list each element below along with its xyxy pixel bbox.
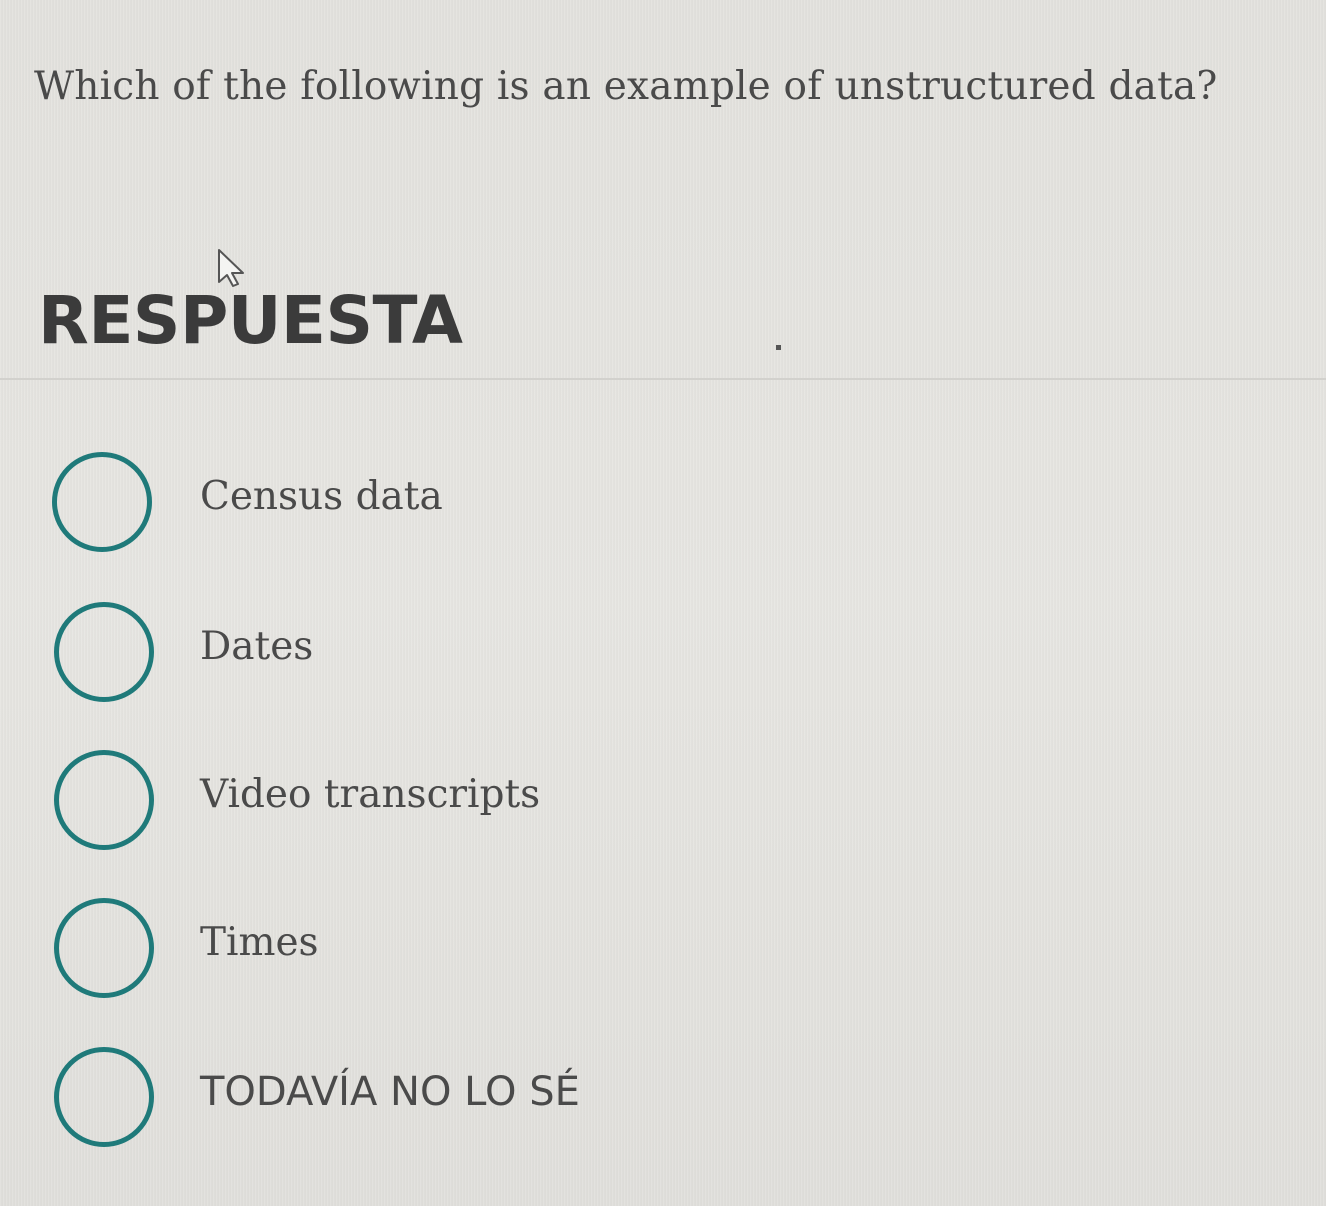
radio-button[interactable] <box>52 452 152 552</box>
radio-button[interactable] <box>54 602 154 702</box>
option-times[interactable]: Times <box>48 898 748 1010</box>
radio-button[interactable] <box>54 1047 154 1147</box>
radio-button[interactable] <box>54 750 154 850</box>
option-label: TODAVÍA NO LO SÉ <box>200 1069 580 1115</box>
option-video-transcripts[interactable]: Video transcripts <box>48 750 748 862</box>
option-label: Dates <box>200 624 314 669</box>
option-dates[interactable]: Dates <box>48 602 748 714</box>
option-label: Times <box>200 920 319 965</box>
answer-options: Census data Dates Video transcripts Time… <box>0 0 1326 1206</box>
option-label: Video transcripts <box>200 772 541 817</box>
radio-button[interactable] <box>54 898 154 998</box>
option-label: Census data <box>200 474 443 519</box>
option-dont-know-yet[interactable]: TODAVÍA NO LO SÉ <box>48 1047 748 1159</box>
option-census-data[interactable]: Census data <box>48 452 748 564</box>
